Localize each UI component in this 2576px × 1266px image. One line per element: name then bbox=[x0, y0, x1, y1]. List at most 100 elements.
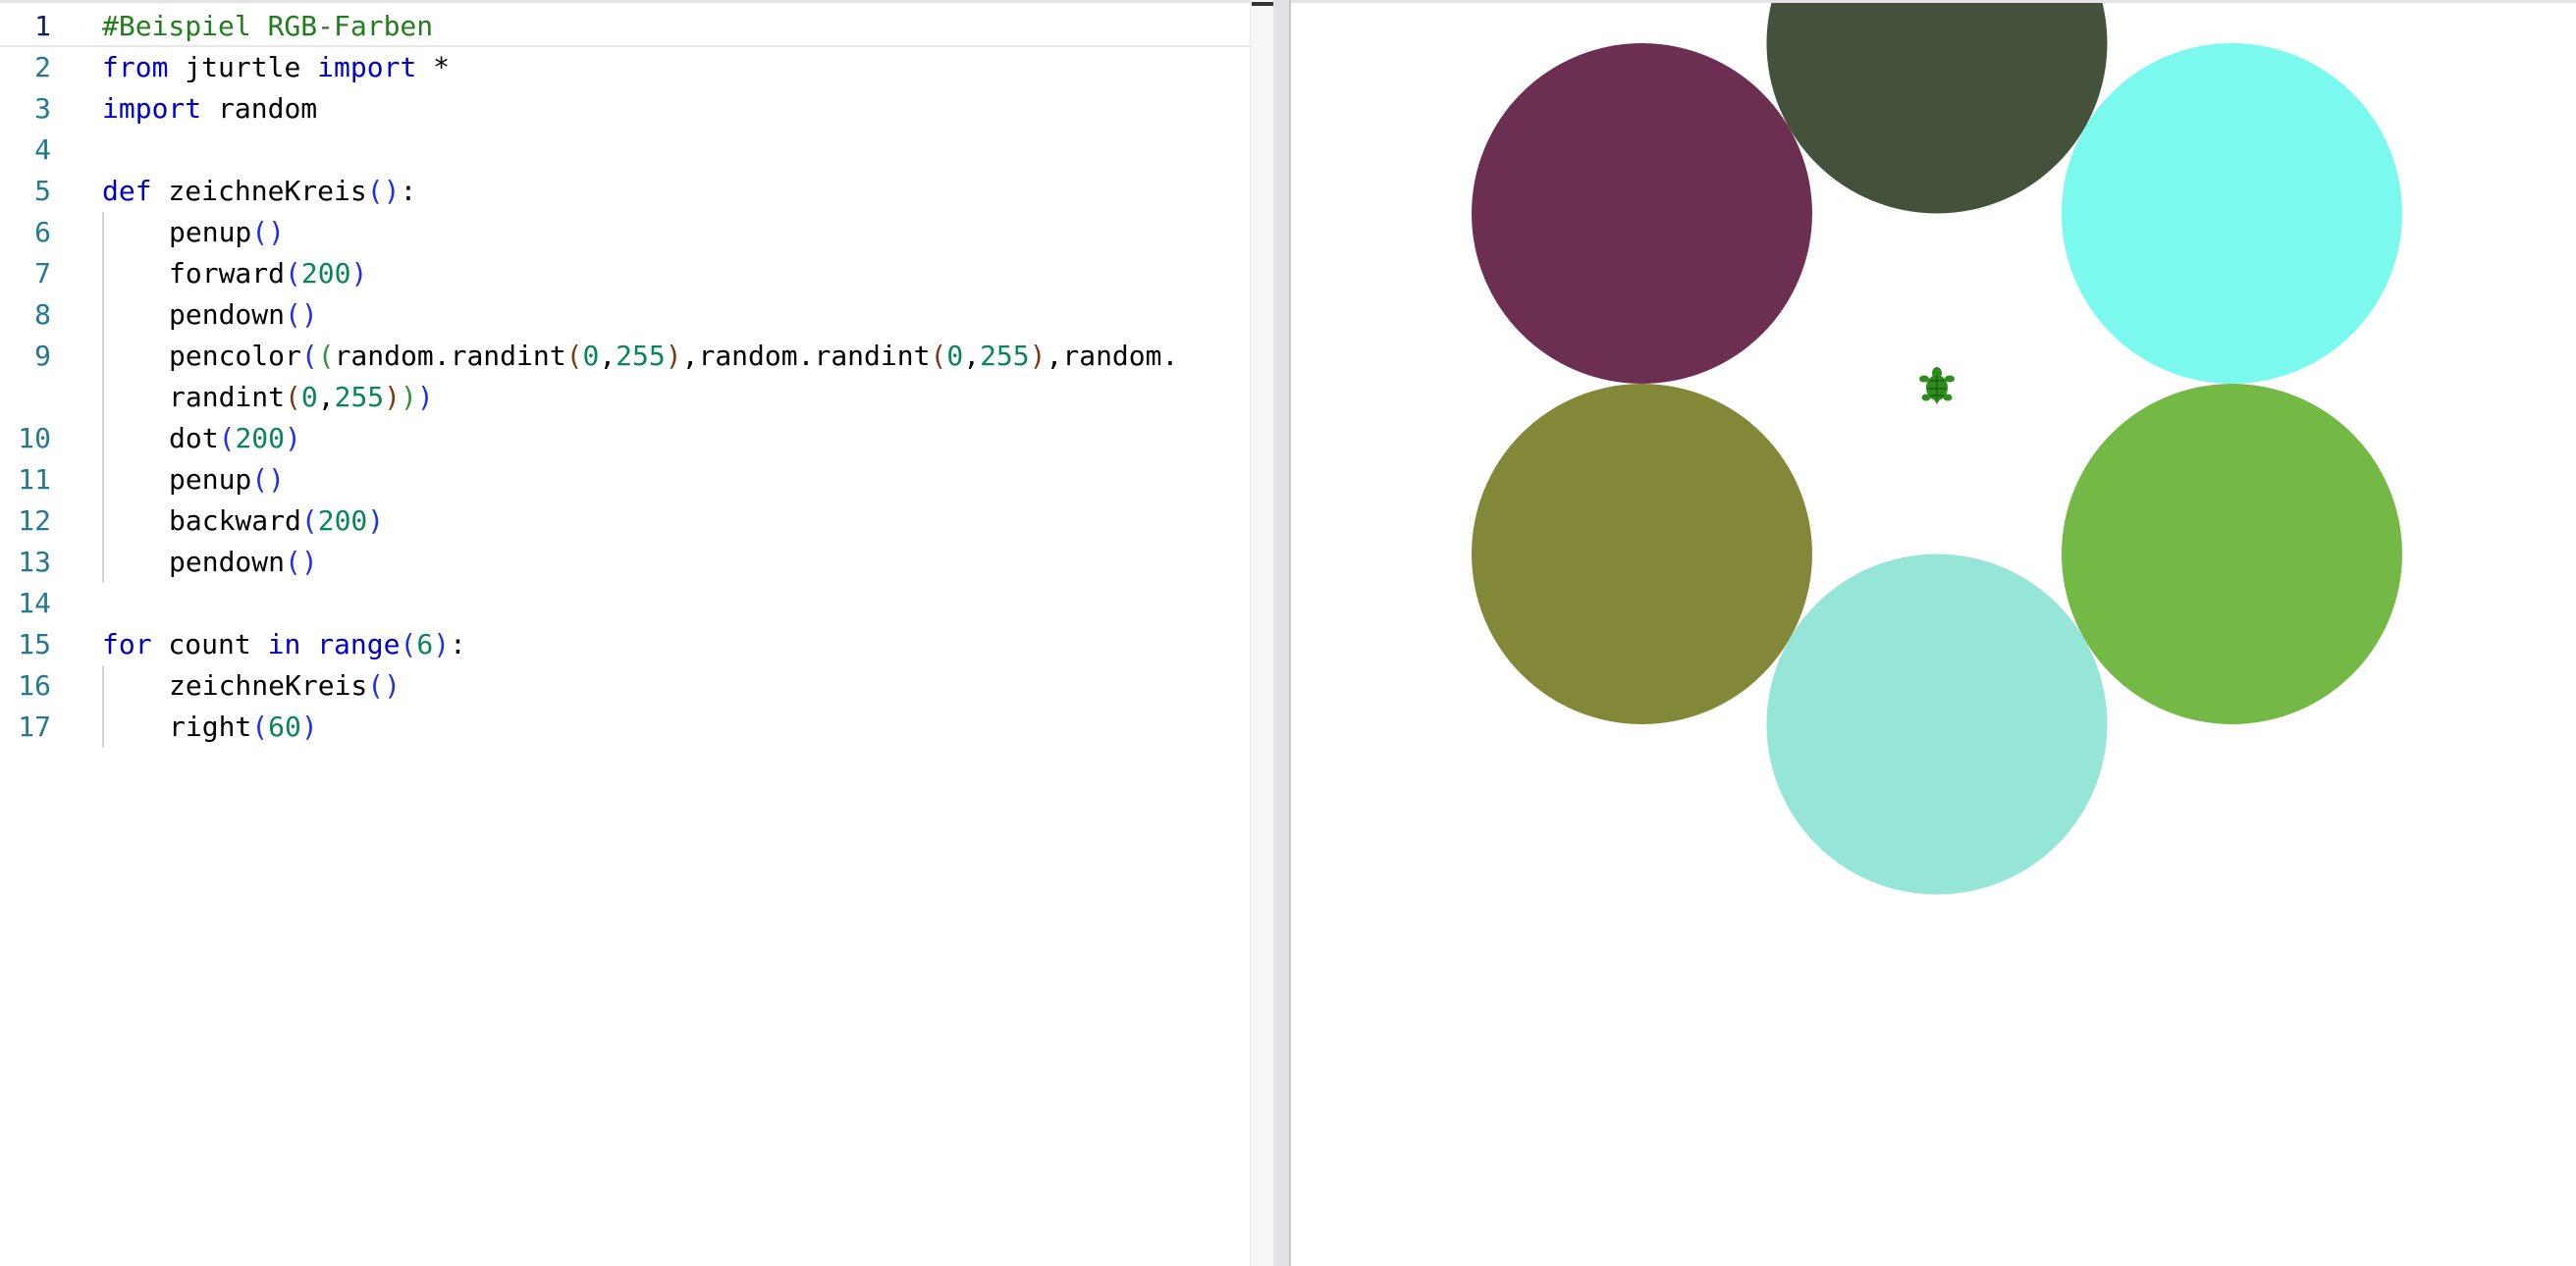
code-line[interactable]: 17 right(60) bbox=[0, 707, 1250, 748]
indent-guide bbox=[102, 377, 104, 418]
color-dot bbox=[2062, 384, 2402, 724]
code-line[interactable]: 3 import random bbox=[0, 88, 1250, 130]
code-line[interactable]: 13 pendown() bbox=[0, 542, 1250, 583]
indent-guide bbox=[102, 336, 104, 377]
code-line[interactable]: 15 for count in range(6): bbox=[0, 624, 1250, 665]
code-token: ) bbox=[384, 381, 402, 413]
line-content: zeichneKreis() bbox=[169, 665, 401, 707]
line-number: 14 bbox=[18, 587, 51, 619]
line-number: 5 bbox=[34, 175, 51, 207]
code-token: def bbox=[102, 175, 152, 207]
code-token: () bbox=[251, 463, 286, 496]
code-token: range bbox=[317, 628, 401, 660]
code-token: () bbox=[285, 546, 318, 578]
line-content: backward(200) bbox=[169, 501, 384, 542]
code-token: 200 bbox=[235, 422, 286, 454]
line-content: pendown() bbox=[169, 294, 318, 336]
color-dot bbox=[1472, 384, 1812, 724]
pane-splitter[interactable] bbox=[1273, 0, 1291, 1266]
code-token: * bbox=[416, 51, 451, 83]
indent-guide bbox=[102, 542, 104, 583]
line-number: 13 bbox=[18, 546, 51, 578]
code-token: jturtle bbox=[168, 51, 318, 83]
code-token: for bbox=[102, 628, 152, 660]
code-token: ( bbox=[285, 381, 301, 413]
line-content: pendown() bbox=[169, 542, 318, 583]
code-token: 60 bbox=[268, 711, 301, 743]
jturtle-ide-window: 1 #Beispiel RGB-Farben 2 from jturtle impor… bbox=[0, 0, 2576, 1266]
code-token: 255 bbox=[980, 340, 1030, 372]
code-token: in bbox=[267, 628, 301, 660]
code-token: dot bbox=[169, 422, 219, 454]
code-token: ,random.randint bbox=[681, 340, 931, 372]
code-token: 200 bbox=[317, 504, 368, 537]
code-line[interactable]: 5 def zeichneKreis(): bbox=[0, 171, 1250, 212]
code-line[interactable]: 4 bbox=[0, 130, 1250, 171]
line-content: randint(0,255))) bbox=[169, 377, 434, 418]
indent-guide bbox=[102, 665, 104, 707]
code-token: ( bbox=[300, 340, 318, 372]
code-line[interactable]: 10 dot(200) bbox=[0, 418, 1250, 459]
code-line[interactable]: 12 backward(200) bbox=[0, 501, 1250, 542]
turtle-icon bbox=[1919, 367, 1955, 404]
code-token: random bbox=[201, 92, 318, 125]
indent-guide bbox=[102, 707, 104, 748]
code-token: 0 bbox=[582, 340, 600, 372]
code-token: ) bbox=[1029, 340, 1046, 372]
code-token: forward bbox=[169, 257, 286, 290]
code-token: zeichneKreis bbox=[151, 175, 367, 207]
code-token: 6 bbox=[416, 628, 434, 660]
code-line[interactable]: randint(0,255))) bbox=[0, 377, 1250, 418]
code-token: () bbox=[367, 669, 402, 702]
line-number: 17 bbox=[18, 711, 51, 743]
color-dot bbox=[1472, 43, 1812, 384]
code-token: import bbox=[317, 51, 417, 83]
code-lines[interactable]: 1 #Beispiel RGB-Farben 2 from jturtle impor… bbox=[0, 6, 1250, 748]
code-token: : bbox=[400, 175, 417, 207]
line-number: 1 bbox=[34, 10, 51, 42]
indent-guide bbox=[102, 459, 104, 501]
line-content: dot(200) bbox=[169, 418, 301, 459]
code-token: pendown bbox=[169, 298, 286, 331]
code-token: backward bbox=[169, 504, 301, 537]
code-token: pendown bbox=[169, 546, 286, 578]
code-token: ) bbox=[285, 422, 301, 454]
code-token: 255 bbox=[334, 381, 385, 413]
code-editor[interactable]: 1 #Beispiel RGB-Farben 2 from jturtle impor… bbox=[0, 0, 1250, 1266]
code-line[interactable]: 8 pendown() bbox=[0, 294, 1250, 336]
indent-guide bbox=[102, 294, 104, 336]
code-token: #Beispiel RGB-Farben bbox=[102, 10, 434, 42]
code-token: ) bbox=[401, 381, 417, 413]
code-token: ( bbox=[400, 628, 417, 660]
line-content: def zeichneKreis(): bbox=[102, 171, 416, 212]
code-token: 0 bbox=[946, 340, 964, 372]
color-dot bbox=[1766, 3, 2108, 214]
code-token: penup bbox=[169, 216, 252, 248]
code-line[interactable]: 14 bbox=[0, 583, 1250, 624]
editor-scrollbar-thumb[interactable] bbox=[1252, 2, 1273, 6]
code-token: ) bbox=[433, 628, 451, 660]
code-token: () bbox=[251, 216, 286, 248]
code-line[interactable]: 1 #Beispiel RGB-Farben bbox=[0, 6, 1250, 47]
code-line[interactable]: 7 forward(200) bbox=[0, 253, 1250, 294]
code-line[interactable]: 16 zeichneKreis() bbox=[0, 665, 1250, 707]
line-number: 8 bbox=[34, 298, 51, 331]
code-line[interactable]: 2 from jturtle import * bbox=[0, 47, 1250, 88]
code-token: 255 bbox=[616, 340, 666, 372]
code-token: penup bbox=[169, 463, 252, 496]
editor-scrollbar[interactable] bbox=[1250, 0, 1273, 1266]
line-content: for count in range(6): bbox=[102, 624, 466, 665]
code-token: zeichneKreis bbox=[169, 669, 368, 702]
code-token: () bbox=[285, 298, 318, 331]
code-line[interactable]: 9 pencolor((random.randint(0,255),random.… bbox=[0, 336, 1250, 377]
code-line[interactable]: 11 penup() bbox=[0, 459, 1250, 501]
line-content: #Beispiel RGB-Farben bbox=[102, 6, 433, 47]
code-token: ( bbox=[930, 340, 947, 372]
code-line[interactable]: 6 penup() bbox=[0, 212, 1250, 253]
code-token: ( bbox=[251, 711, 269, 743]
color-dot bbox=[1766, 554, 2108, 895]
code-token: ,random. bbox=[1046, 340, 1179, 372]
line-content: from jturtle import * bbox=[102, 47, 450, 88]
code-token: right bbox=[169, 711, 252, 743]
indent-guide bbox=[102, 212, 104, 253]
